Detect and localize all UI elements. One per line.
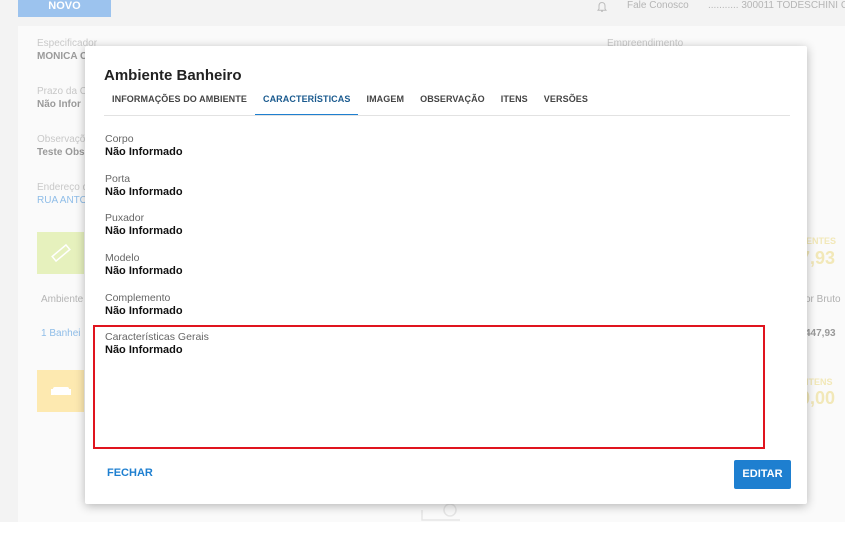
tab-itens[interactable]: ITENS [493,92,536,116]
field-value: Não Informado [105,305,183,317]
items-tile [37,370,84,412]
tabs-divider [104,115,790,116]
field-value: Não Informado [105,186,183,198]
ambiente-header: Ambiente [41,294,84,305]
especificador-value: MONICA C [37,51,88,62]
observacao-value: Teste Obs [37,147,85,158]
endereco-label: Endereço d [37,182,89,193]
field-label: Corpo [105,133,134,145]
user-label[interactable]: ........... 300011 TODESCHINI C [708,0,845,12]
field-porta: Porta Não Informado [105,173,183,199]
tab-imagem[interactable]: IMAGEM [358,92,412,116]
modal-tabs: INFORMAÇÕES DO AMBIENTE CARACTERÍSTICAS … [104,92,596,116]
observacao-label: Observaçõ [37,134,86,145]
ruler-icon [50,242,72,269]
modal-title: Ambiente Banheiro [104,67,242,84]
prazo-value: Não Infor [37,99,81,110]
bruto-label: or Bruto [805,294,841,305]
field-corpo: Corpo Não Informado [105,133,183,159]
prazo-label: Prazo da C [37,86,88,97]
tab-versoes[interactable]: VERSÕES [536,92,596,116]
fechar-button[interactable]: FECHAR [107,467,153,479]
field-modelo: Modelo Não Informado [105,252,183,278]
tab-observacao[interactable]: OBSERVAÇÃO [412,92,493,116]
field-value: Não Informado [105,146,183,158]
top-bar: NOVO Fale Conosco ........... 300011 TOD… [0,0,845,24]
highlight-box [93,325,765,449]
novo-button[interactable]: NOVO [18,0,111,17]
ambiente-row: 1 Banhei [41,328,81,339]
endereco-value: RUA ANTO [37,195,88,206]
tab-caracteristicas[interactable]: CARACTERÍSTICAS [254,92,359,116]
right-bottom-label: ITENS [806,377,833,387]
bell-icon[interactable] [596,0,608,12]
bottom-strip [0,522,845,533]
right-top-label: ENTES [806,236,837,246]
field-label: Porta [105,173,131,185]
field-value: Não Informado [105,265,183,277]
sofa-icon [50,382,72,405]
field-puxador: Puxador Não Informado [105,212,183,238]
field-label: Modelo [105,252,140,264]
tab-informacoes-do-ambiente[interactable]: INFORMAÇÕES DO AMBIENTE [104,92,255,116]
fale-conosco-link[interactable]: Fale Conosco [627,0,689,12]
field-value: Não Informado [105,225,183,237]
editar-button[interactable]: EDITAR [734,460,791,489]
bruto-value: 447,93 [805,328,836,339]
field-complemento: Complemento Não Informado [105,292,183,318]
field-label: Puxador [105,212,145,224]
field-label: Complemento [105,292,171,304]
measure-tile [37,232,84,274]
